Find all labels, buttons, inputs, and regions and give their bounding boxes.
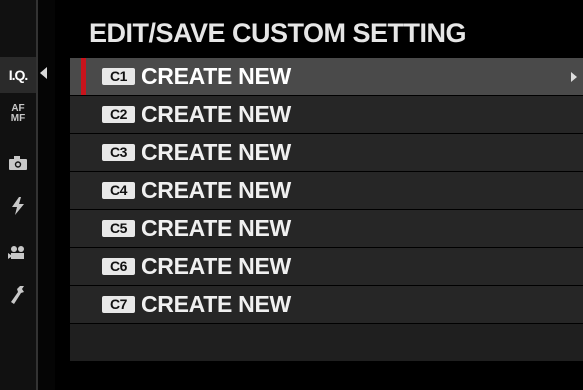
menu-item-c6[interactable]: C6 CREATE NEW <box>70 248 583 285</box>
selection-cursor <box>81 58 86 95</box>
empty-row <box>70 324 583 361</box>
menu-item-label: CREATE NEW <box>141 177 291 203</box>
tab-flash[interactable] <box>0 188 36 224</box>
tab-indicator-strip <box>38 0 55 390</box>
menu-item-label: CREATE NEW <box>141 139 291 165</box>
wrench-icon <box>10 286 26 304</box>
tab-iq-label: I.Q. <box>8 67 29 83</box>
chevron-right-icon <box>571 72 577 82</box>
c7-badge-icon: C7 <box>102 296 135 313</box>
menu-item-c7[interactable]: C7 CREATE NEW <box>70 286 583 323</box>
page-title: EDIT/SAVE CUSTOM SETTING <box>89 18 467 48</box>
active-tab-arrow-icon <box>40 67 47 79</box>
menu-item-c2[interactable]: C2 CREATE NEW <box>70 96 583 133</box>
camera-menu-screen: I.Q. AF MF EDIT/SAVE CUSTOM SETTING C1 C… <box>0 0 583 390</box>
menu-item-label: CREATE NEW <box>141 253 291 279</box>
tab-image-quality[interactable]: I.Q. <box>0 57 36 93</box>
c4-badge-icon: C4 <box>102 182 135 199</box>
tab-movie[interactable] <box>0 234 36 270</box>
tab-shooting[interactable] <box>0 145 36 181</box>
movie-icon <box>8 245 28 259</box>
c2-badge-icon: C2 <box>102 106 135 123</box>
tab-setup[interactable] <box>0 277 36 313</box>
menu-item-label: CREATE NEW <box>141 63 291 89</box>
menu-item-c3[interactable]: C3 CREATE NEW <box>70 134 583 171</box>
tab-af-mf[interactable]: AF MF <box>0 96 36 132</box>
menu-item-c4[interactable]: C4 CREATE NEW <box>70 172 583 209</box>
menu-item-label: CREATE NEW <box>141 101 291 127</box>
flash-icon <box>12 197 24 215</box>
sidebar: I.Q. AF MF <box>0 0 38 390</box>
menu-item-label: CREATE NEW <box>141 291 291 317</box>
c3-badge-icon: C3 <box>102 144 135 161</box>
menu-item-c5[interactable]: C5 CREATE NEW <box>70 210 583 247</box>
menu-item-label: CREATE NEW <box>141 215 291 241</box>
c6-badge-icon: C6 <box>102 258 135 275</box>
tab-mf-label: MF <box>10 113 26 124</box>
c5-badge-icon: C5 <box>102 220 135 237</box>
camera-icon <box>9 156 27 170</box>
menu-item-c1[interactable]: C1 CREATE NEW <box>70 58 583 95</box>
custom-setting-list: C1 CREATE NEW C2 CREATE NEW C3 CREATE NE… <box>70 58 583 362</box>
c1-badge-icon: C1 <box>102 68 135 85</box>
